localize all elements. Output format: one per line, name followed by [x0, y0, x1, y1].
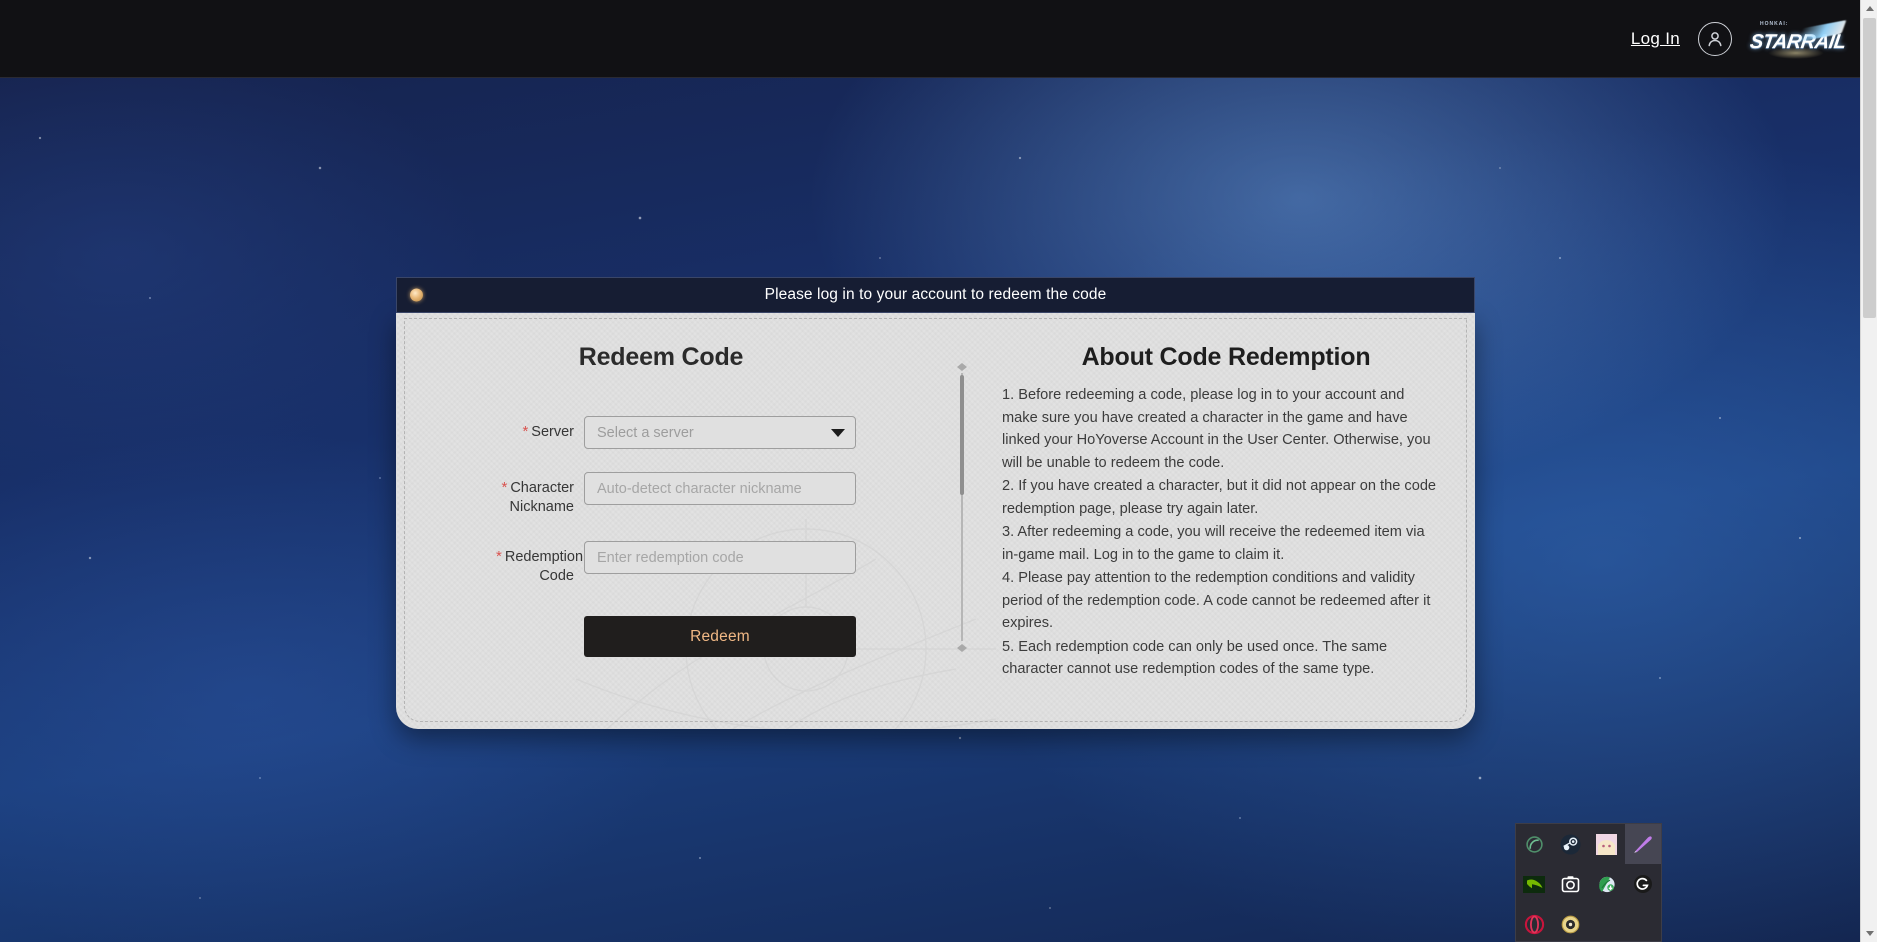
info-title: About Code Redemption	[996, 343, 1456, 372]
field-row-redemption-code: *Redemption Code	[496, 541, 896, 586]
nickname-field-control	[584, 472, 856, 505]
redemption-code-input[interactable]	[584, 541, 856, 574]
server-select-value: Select a server	[597, 425, 694, 441]
opera-ring-icon[interactable]	[1516, 904, 1552, 942]
header-right-group: Log In HONKAI: STARRAIL	[1631, 0, 1846, 78]
chevron-up-icon[interactable]	[1861, 0, 1877, 17]
form-title: Redeem Code	[396, 343, 926, 372]
logitech-g-icon[interactable]	[1625, 864, 1661, 904]
info-item: 1. Before redeeming a code, please log i…	[1002, 384, 1442, 474]
nvidia-icon[interactable]	[1516, 864, 1552, 904]
redemption-card: Redeem Code *Server Select a server *Cha…	[396, 313, 1475, 729]
about-info-pane: About Code Redemption 1. Before redeemin…	[996, 313, 1456, 729]
green-ring-icon[interactable]	[1516, 824, 1552, 864]
info-item: 4. Please pay attention to the redemptio…	[1002, 567, 1442, 635]
login-notice-bar: Please log in to your account to redeem …	[396, 277, 1475, 313]
redemption-code-field-label: *Redemption Code	[496, 541, 584, 586]
warning-sun-icon	[410, 289, 423, 302]
nickname-field-label: *Character Nickname	[496, 472, 584, 517]
field-row-server: *Server Select a server	[496, 416, 896, 449]
server-field-control: Select a server	[584, 416, 856, 449]
login-link[interactable]: Log In	[1631, 29, 1680, 49]
scrollbar-bottom-cap-icon	[957, 644, 967, 652]
info-pane-scrollbar[interactable]	[957, 363, 967, 653]
info-list: 1. Before redeeming a code, please log i…	[996, 384, 1456, 681]
field-row-nickname: *Character Nickname	[496, 472, 896, 517]
server-field-label: *Server	[496, 416, 584, 442]
redeem-button[interactable]: Redeem	[584, 616, 856, 657]
chevron-down-icon	[831, 429, 845, 437]
scrollbar-thumb[interactable]	[960, 375, 964, 495]
notice-message: Please log in to your account to redeem …	[397, 286, 1474, 304]
anime-avatar-icon[interactable]	[1589, 824, 1625, 864]
camera-capture-icon[interactable]	[1552, 864, 1588, 904]
gold-disc-icon[interactable]	[1552, 904, 1588, 942]
redeem-form-pane: Redeem Code *Server Select a server *Cha…	[396, 313, 926, 729]
info-item: 2. If you have created a character, but …	[1002, 475, 1442, 520]
info-item: 5. Each redemption code can only be used…	[1002, 636, 1442, 681]
purple-brush-icon[interactable]	[1625, 824, 1661, 864]
server-select[interactable]: Select a server	[584, 416, 856, 449]
honkai-starrail-logo[interactable]: HONKAI: STARRAIL	[1750, 16, 1846, 62]
chevron-down-icon[interactable]	[1861, 925, 1877, 942]
browser-scrollbar-thumb[interactable]	[1863, 18, 1876, 318]
logo-top-text: HONKAI:	[1760, 21, 1788, 27]
required-star: *	[496, 548, 502, 565]
redemption-code-label-text: Redemption Code	[505, 549, 583, 584]
steam-icon[interactable]	[1552, 824, 1588, 864]
character-nickname-input[interactable]	[584, 472, 856, 505]
system-tray-overflow-panel	[1515, 823, 1662, 942]
browser-scrollbar[interactable]	[1860, 0, 1877, 942]
user-avatar-icon[interactable]	[1698, 22, 1732, 56]
scrollbar-top-cap-icon	[957, 363, 967, 371]
download-manager-globe-icon[interactable]	[1589, 864, 1625, 904]
page-root: Log In HONKAI: STARRAIL Please log in to…	[0, 0, 1877, 942]
redemption-code-field-control	[584, 541, 856, 574]
site-header: Log In HONKAI: STARRAIL	[0, 0, 1860, 78]
required-star: *	[522, 423, 528, 440]
nickname-label-text: Character Nickname	[510, 480, 574, 515]
server-label-text: Server	[531, 424, 574, 440]
info-item: 3. After redeeming a code, you will rece…	[1002, 521, 1442, 566]
required-star: *	[501, 479, 507, 496]
